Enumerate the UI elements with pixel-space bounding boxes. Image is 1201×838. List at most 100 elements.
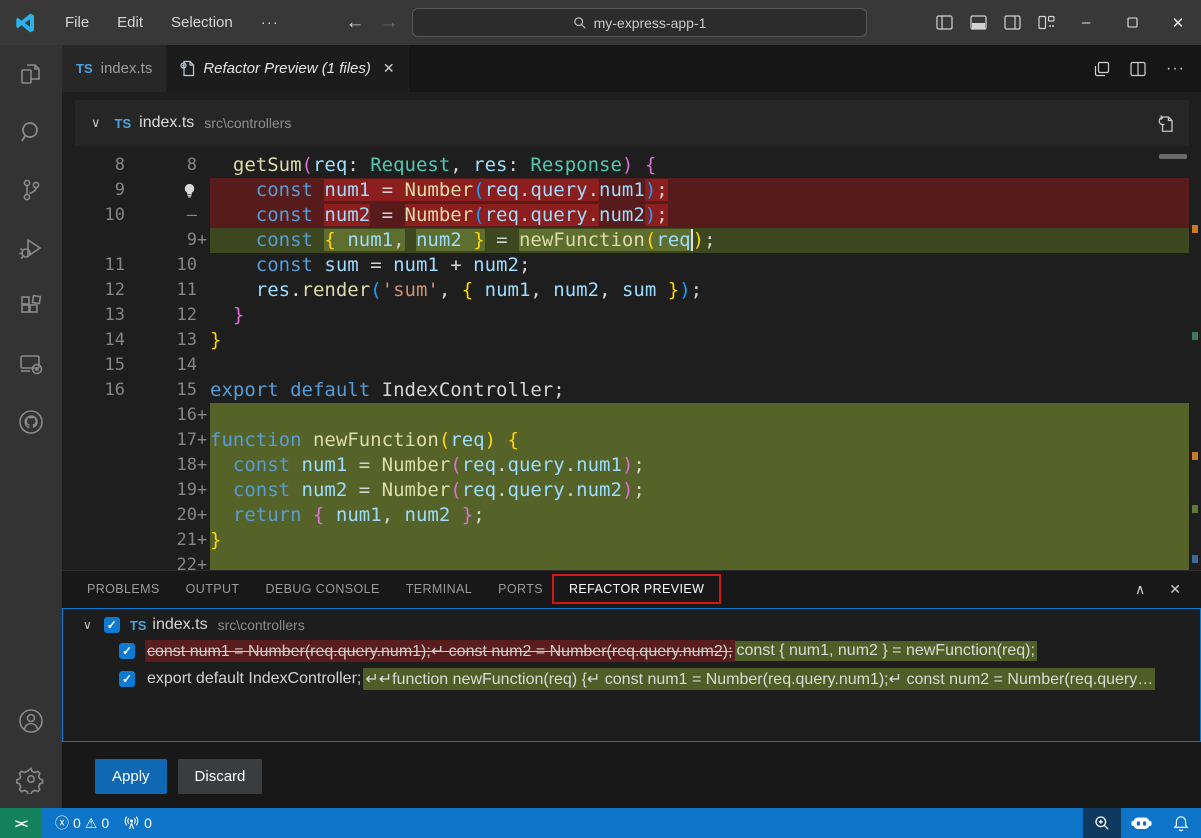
extensions-icon[interactable] — [0, 277, 62, 335]
menu-more-button[interactable]: ··· — [247, 14, 293, 31]
change-checkbox[interactable]: ✓ — [119, 643, 135, 659]
search-icon[interactable] — [0, 103, 62, 161]
discard-button[interactable]: Discard — [178, 759, 263, 794]
toggle-secondary-sidebar-icon[interactable] — [995, 0, 1029, 45]
panel-tab-problems[interactable]: PROBLEMS — [74, 571, 173, 608]
panel-tab-terminal[interactable]: TERMINAL — [393, 571, 485, 608]
gutter-added-marker — [197, 178, 210, 203]
gutter-original-line-number — [75, 428, 125, 453]
warning-icon: ⚠ — [85, 815, 98, 832]
apply-button[interactable]: Apply — [95, 759, 167, 794]
code-text: const sum = num1 + num2; — [210, 253, 1189, 278]
lightbulb-icon[interactable] — [182, 183, 197, 198]
tab-index-ts[interactable]: TS index.ts — [62, 45, 166, 92]
refactor-change-row[interactable]: ✓export default IndexController;↵↵functi… — [63, 665, 1200, 693]
code-line: 22+ — [75, 553, 1189, 570]
toggle-panel-icon[interactable] — [961, 0, 995, 45]
code-line: 17+function newFunction(req) { — [75, 428, 1189, 453]
code-text: res.render('sum', { num1, num2, sum }); — [210, 278, 1189, 303]
zoom-status-item[interactable] — [1083, 808, 1121, 838]
warning-count: 0 — [101, 815, 109, 831]
gutter-modified-line-number: 14 — [125, 353, 197, 378]
open-file-icon[interactable] — [1156, 114, 1175, 133]
code-line: 1615export default IndexController; — [75, 378, 1189, 403]
open-changes-icon[interactable] — [1094, 61, 1110, 77]
split-editor-icon[interactable] — [1130, 61, 1146, 77]
overview-ruler — [1191, 147, 1199, 570]
github-icon[interactable] — [0, 393, 62, 451]
command-center-search[interactable]: my-express-app-1 — [412, 8, 867, 37]
panel-tab-ports[interactable]: PORTS — [485, 571, 556, 608]
gutter-original-line-number: 16 — [75, 378, 125, 403]
maximize-button[interactable] — [1109, 0, 1155, 45]
vscode-logo — [13, 11, 37, 35]
code-line: 20+ return { num1, num2 }; — [75, 503, 1189, 528]
diff-file-header[interactable]: ∨ TS index.ts src\controllers — [75, 100, 1189, 146]
menu-file[interactable]: File — [51, 0, 103, 45]
run-and-debug-icon[interactable] — [0, 219, 62, 277]
code-line: 88 getSum(req: Request, res: Response) { — [75, 153, 1189, 178]
tab-refactor-preview[interactable]: Refactor Preview (1 files) ✕ — [166, 45, 408, 92]
nav-back-button[interactable]: ← — [338, 12, 372, 34]
gutter-added-marker: + — [197, 428, 210, 453]
chevron-down-icon[interactable]: ∨ — [91, 115, 101, 131]
gutter-modified-line-number — [125, 178, 197, 203]
gutter-added-marker: + — [197, 453, 210, 478]
notifications-bell-icon[interactable] — [1161, 808, 1201, 838]
nav-forward-button[interactable]: → — [372, 12, 406, 34]
refactor-file-row[interactable]: ∨ ✓ TS index.ts src\controllers — [63, 609, 1200, 637]
code-text — [210, 353, 1189, 378]
gutter-modified-line-number: 12 — [125, 303, 197, 328]
code-text: return { num1, num2 }; — [210, 503, 1189, 528]
gutter-added-marker — [197, 278, 210, 303]
code-line: 1514 — [75, 353, 1189, 378]
toggle-sidebar-icon[interactable] — [927, 0, 961, 45]
gutter-original-line-number: 8 — [75, 153, 125, 178]
tab-label: index.ts — [101, 60, 153, 77]
gutter-original-line-number — [75, 553, 125, 570]
refactor-change-row[interactable]: ✓const num1 = Number(req.query.num1);↵ c… — [63, 637, 1200, 665]
ports-status[interactable]: 0 — [123, 815, 152, 831]
code-text: const num1 = Number(req.query.num1); — [210, 453, 1189, 478]
source-control-icon[interactable] — [0, 161, 62, 219]
gutter-added-marker: + — [197, 553, 210, 570]
more-actions-icon[interactable]: ··· — [1166, 60, 1185, 78]
remote-explorer-icon[interactable] — [0, 335, 62, 393]
explorer-icon[interactable] — [0, 45, 62, 103]
maximize-icon — [1127, 17, 1138, 28]
chevron-down-icon[interactable]: ∨ — [83, 618, 92, 632]
panel-close-icon[interactable]: ✕ — [1169, 581, 1181, 598]
menu-edit[interactable]: Edit — [103, 0, 157, 45]
scrollbar-handle[interactable] — [1159, 154, 1187, 159]
title-bar: FileEditSelection ··· ← → my-express-app… — [0, 0, 1201, 45]
close-window-button[interactable]: ✕ — [1155, 0, 1201, 45]
status-bar: >< ⓧ 0 ⚠ 0 0 — [0, 808, 1201, 838]
panel-tab-refactor-preview[interactable]: REFACTOR PREVIEW — [556, 571, 717, 608]
problems-status[interactable]: ⓧ 0 ⚠ 0 — [55, 813, 109, 833]
minimize-button[interactable]: – — [1063, 0, 1109, 45]
gutter-modified-line-number: 13 — [125, 328, 197, 353]
accounts-icon[interactable] — [0, 692, 62, 750]
tab-close-icon[interactable]: ✕ — [379, 60, 395, 77]
menu-selection[interactable]: Selection — [157, 0, 247, 45]
gutter-added-marker — [197, 303, 210, 328]
file-checkbox[interactable]: ✓ — [104, 617, 120, 633]
gutter-modified-line-number: 8 — [125, 153, 197, 178]
panel-tab-debug-console[interactable]: DEBUG CONSOLE — [252, 571, 392, 608]
customize-layout-icon[interactable] — [1029, 0, 1063, 45]
gutter-added-marker — [197, 253, 210, 278]
gutter-modified-line-number: 15 — [125, 378, 197, 403]
code-text: const { num1, num2 } = newFunction(req); — [210, 228, 1189, 253]
settings-gear-icon[interactable] — [0, 750, 62, 808]
change-checkbox[interactable]: ✓ — [119, 671, 135, 687]
panel-tab-output[interactable]: OUTPUT — [173, 571, 253, 608]
diff-editor: ∨ TS index.ts src\controllers 7788 getSu… — [62, 92, 1201, 570]
ts-file-icon: TS — [115, 116, 132, 131]
refactor-actions: Apply Discard — [62, 759, 262, 794]
copilot-icon[interactable] — [1121, 808, 1161, 838]
panel-maximize-icon[interactable]: ∧ — [1135, 581, 1145, 598]
remote-indicator[interactable]: >< — [0, 808, 41, 838]
code-line: 1211 res.render('sum', { num1, num2, sum… — [75, 278, 1189, 303]
gutter-original-line-number: 13 — [75, 303, 125, 328]
gutter-original-line-number — [75, 528, 125, 553]
